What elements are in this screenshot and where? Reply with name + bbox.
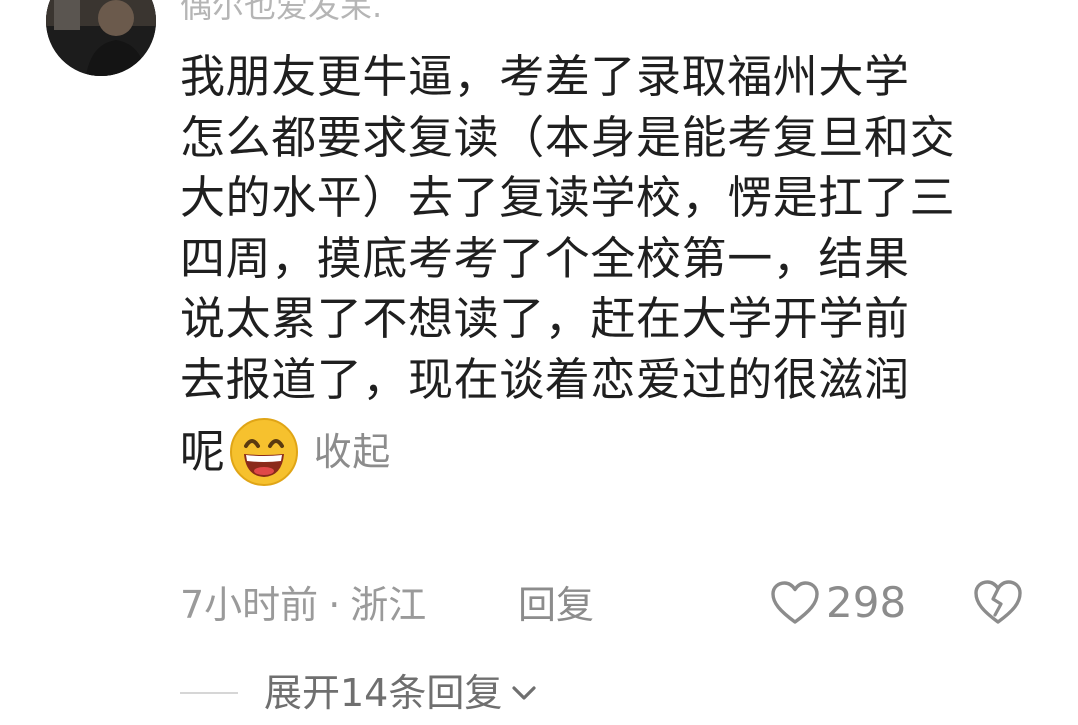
comment-line: 说太累了不想读了，赶在大学开学前 [180,292,910,345]
comment-line: 四周，摸底考考了个全校第一，结果 [180,231,910,285]
username[interactable]: 偶尔也爱发呆. [180,0,382,26]
like-button[interactable]: 298 [770,578,906,628]
location: 浙江 [350,583,427,627]
comment-line: 呢 [180,425,226,478]
expand-replies-row: 展开14条回复 [180,668,538,718]
avatar-image [46,0,156,76]
expand-replies-label: 展开14条回复 [264,671,503,715]
expand-replies-button[interactable]: 展开14条回复 [264,668,538,718]
collapse-button[interactable]: 收起 [314,422,391,483]
meta-separator: · [328,583,341,627]
comment-line: 大的水平）去了复读学校，愣是扛了三 [180,171,956,224]
like-count: 298 [826,578,907,627]
avatar[interactable] [46,0,156,76]
chevron-down-icon [510,683,538,703]
comment-meta: 7小时前 · 浙江 [180,580,426,630]
heart-outline-icon [771,581,819,624]
reply-button[interactable]: 回复 [518,580,594,630]
comment-last-line: 呢 收起 [180,418,1040,487]
comment-text: 我朋友更牛逼，考差了录取福州大学 怎么都要求复读（本身是能考复旦和交 大的水平）… [180,47,1040,487]
divider [180,692,238,694]
timestamp: 7小时前 [180,583,319,627]
grinning-face-emoji-icon [228,416,300,488]
comment-line: 去报道了，现在谈着恋爱过的很滋润 [180,352,910,406]
comment-line: 怎么都要求复读（本身是能考复旦和交 [180,110,956,164]
broken-heart-icon [974,580,1022,624]
dislike-button[interactable] [972,578,1024,628]
comment-line: 我朋友更牛逼，考差了录取福州大学 [180,50,910,103]
